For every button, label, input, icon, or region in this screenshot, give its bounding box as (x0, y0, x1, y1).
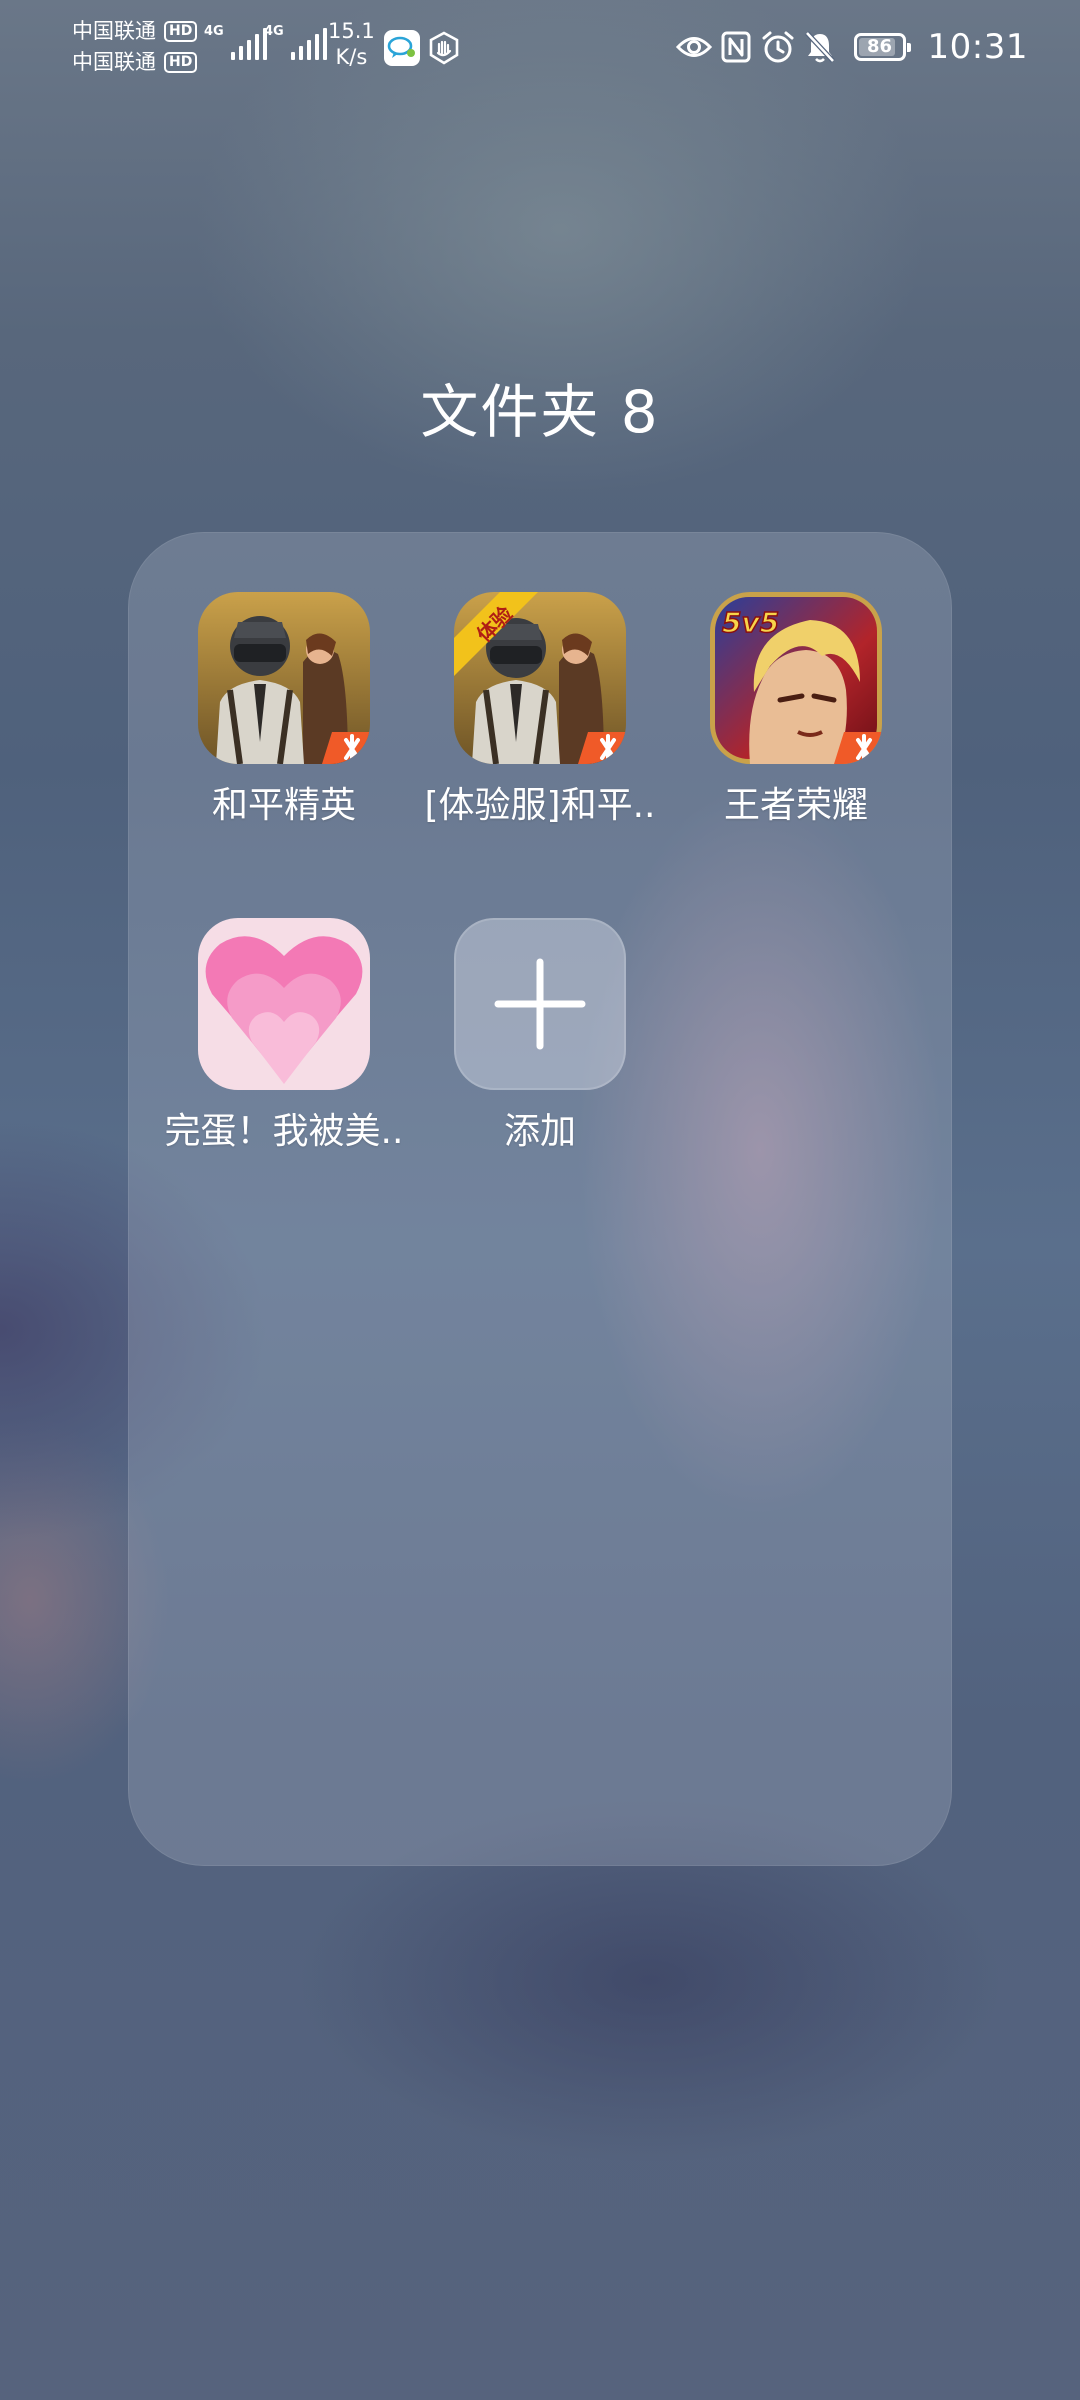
app-peace-elite-beta[interactable]: 体验 [体验服]和平.. (410, 592, 670, 852)
app-honor-of-kings[interactable]: 5v5 王者荣耀 (666, 592, 926, 852)
network-speed: 15.1 K/s (328, 19, 375, 69)
pubg-beta-game-icon[interactable]: 体验 (454, 592, 626, 764)
status-time: 10:31 (927, 27, 1028, 67)
five-v-five-badge: 5v5 (722, 606, 779, 639)
signal-strength-icon: 4G (204, 24, 267, 60)
hand-shield-icon (426, 30, 462, 66)
honor-of-kings-icon[interactable]: 5v5 (710, 592, 882, 764)
app-label: 完蛋！我被美.. (164, 1111, 404, 1152)
folder-panel: 和平精英 体验 [体验服]和平.. 5v5 王者荣耀 完蛋！我被美.. 添加 (128, 532, 952, 1866)
eye-icon (675, 29, 712, 65)
hd-badge: HD (164, 52, 198, 73)
chat-bubble-icon (384, 30, 420, 66)
battery-icon: 86 (853, 33, 911, 61)
add-app-button[interactable]: 添加 (410, 918, 670, 1178)
app-heart-game[interactable]: 完蛋！我被美.. (154, 918, 414, 1178)
app-label: 添加 (503, 1111, 576, 1152)
signal-strength-icon: 4G (264, 24, 327, 60)
status-bar: 中国联通 HD 中国联通 HD 4G 4G 15.1 K/s 86 10:31 (0, 0, 1080, 96)
carrier-info: 中国联通 HD 中国联通 HD (72, 16, 198, 78)
carrier-2-label: 中国联通 (72, 50, 156, 74)
status-icons: 86 10:31 (670, 25, 1028, 69)
battery-level: 86 (866, 36, 893, 57)
app-label: [体验服]和平.. (424, 785, 656, 826)
heart-app-icon[interactable] (198, 918, 370, 1090)
app-peace-elite[interactable]: 和平精英 (154, 592, 414, 852)
carrier-1-label: 中国联通 (72, 19, 156, 43)
folder-title[interactable]: 文件夹 8 (0, 372, 1080, 452)
alarm-icon (760, 29, 796, 65)
bell-off-icon (802, 29, 838, 65)
hd-badge: HD (164, 21, 198, 42)
plus-icon[interactable] (454, 918, 626, 1090)
pubg-game-icon[interactable] (198, 592, 370, 764)
app-label: 王者荣耀 (723, 785, 868, 826)
nfc-icon (718, 29, 754, 65)
app-label: 和平精英 (211, 785, 356, 826)
